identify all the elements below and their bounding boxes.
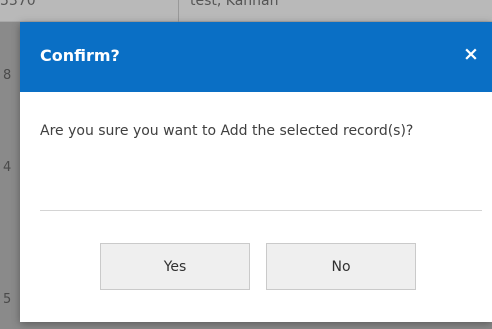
yes-button[interactable]: Yes [100, 243, 250, 290]
background-row-fragment: 4 [3, 160, 12, 175]
background-row-fragment: 5 [3, 292, 12, 307]
close-icon[interactable]: × [460, 43, 482, 65]
background-record-number: 5370 [0, 0, 36, 9]
background-row-fragment: 8 [3, 68, 12, 83]
background-record-name: test, Kannan [190, 0, 279, 9]
dialog-title: Confirm? [40, 46, 120, 65]
dialog-header: Confirm? × [20, 22, 492, 92]
no-button[interactable]: No [266, 243, 416, 290]
background-column-divider [178, 0, 179, 22]
dialog-divider [40, 210, 482, 211]
confirm-dialog: Confirm? × Are you sure you want to Add … [20, 22, 492, 322]
dialog-message: Are you sure you want to Add the selecte… [40, 123, 414, 139]
background-table-row: 5370 test, Kannan [0, 0, 492, 22]
